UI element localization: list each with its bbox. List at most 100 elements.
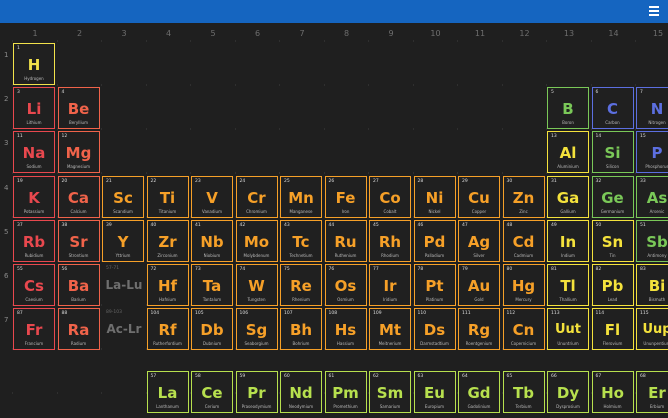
element-tile-nb[interactable]: 41 Nb Niobium [191,220,233,262]
element-tile-sr[interactable]: 38 Sr Strontium [57,220,100,262]
series-placeholder[interactable]: 57-71 La-Lu [102,264,146,308]
element-name: Cadmium [513,253,534,258]
element-tile-rf[interactable]: 104 Rf Rutherfordium [146,308,189,350]
element-tile-mn[interactable]: 25 Mn Manganese [280,176,322,218]
element-tile-uut[interactable]: 113 Uut Ununtrium [547,308,589,350]
element-tile-tc[interactable]: 43 Tc Technetium [280,220,322,262]
element-tile-rb[interactable]: 37 Rb Rubidium [13,220,55,262]
atomic-number: 45 [373,223,379,228]
element-tile-ti[interactable]: 22 Ti Titanium [146,176,189,218]
element-tile-ca[interactable]: 20 Ca Calcium [57,176,100,218]
element-symbol: Sn [601,233,624,251]
element-tile-sg[interactable]: 106 Sg Seaborgium [235,308,278,350]
element-tile-hf[interactable]: 72 Hf Hafnium [146,264,189,306]
element-tile-nd[interactable]: 60 Nd Neodymium [280,371,322,413]
element-tile-gd[interactable]: 64 Gd Gadolinium [458,371,500,413]
element-tile-as[interactable]: 33 As Arsenic [636,176,668,218]
element-tile-si[interactable]: 14 Si Silicon [591,131,634,173]
element-tile-bi[interactable]: 83 Bi Bismuth [636,264,668,306]
atomic-number: 79 [462,267,468,272]
element-tile-be[interactable]: 4 Be Beryllium [57,87,100,129]
element-tile-cn[interactable]: 112 Cn Copernicium [502,308,545,350]
element-tile-pd[interactable]: 46 Pd Palladium [413,220,456,262]
element-tile-ru[interactable]: 44 Ru Ruthenium [324,220,367,262]
element-tile-ni[interactable]: 28 Ni Nickel [413,176,456,218]
element-tile-na[interactable]: 11 Na Sodium [13,131,55,173]
element-tile-b[interactable]: 5 B Boron [547,87,589,129]
element-symbol: Y [117,233,129,251]
element-tile-fe[interactable]: 26 Fe Iron [324,176,367,218]
element-tile-cu[interactable]: 29 Cu Copper [458,176,500,218]
element-tile-ra[interactable]: 88 Ra Radium [57,308,100,350]
element-tile-v[interactable]: 23 V Vanadium [191,176,233,218]
element-tile-bh[interactable]: 107 Bh Bohrium [280,308,322,350]
element-tile-w[interactable]: 74 W Tungsten [235,264,278,306]
element-tile-rh[interactable]: 45 Rh Rhodium [369,220,411,262]
element-name: Silver [473,253,485,258]
element-tile-zr[interactable]: 40 Zr Zirconium [146,220,189,262]
element-tile-ge[interactable]: 32 Ge Germanium [591,176,634,218]
element-tile-h[interactable]: 1 H Hydrogen [13,43,55,85]
element-tile-hg[interactable]: 80 Hg Mercury [502,264,545,306]
element-tile-sm[interactable]: 62 Sm Samarium [369,371,411,413]
element-tile-tb[interactable]: 65 Tb Terbium [502,371,545,413]
element-tile-p[interactable]: 15 P Phosphorus [636,131,668,173]
element-tile-sb[interactable]: 51 Sb Antimony [636,220,668,262]
element-tile-dy[interactable]: 66 Dy Dysprosium [547,371,589,413]
element-tile-tl[interactable]: 81 Tl Thallium [547,264,589,306]
element-tile-pm[interactable]: 61 Pm Promethium [324,371,367,413]
element-tile-ir[interactable]: 77 Ir Iridium [369,264,411,306]
element-tile-fr[interactable]: 87 Fr Francium [13,308,55,350]
element-tile-rg[interactable]: 111 Rg Roentgenium [458,308,500,350]
element-tile-fl[interactable]: 114 Fl Flerovium [591,308,634,350]
element-symbol: V [206,189,218,207]
element-tile-al[interactable]: 13 Al Aluminium [547,131,589,173]
element-tile-c[interactable]: 6 C Carbon [591,87,634,129]
element-tile-pb[interactable]: 82 Pb Lead [591,264,634,306]
element-tile-au[interactable]: 79 Au Gold [458,264,500,306]
placeholder-symbol: Ac-Lr [106,322,142,336]
element-tile-in[interactable]: 49 In Indium [547,220,589,262]
element-tile-re[interactable]: 75 Re Rhenium [280,264,322,306]
element-tile-li[interactable]: 3 Li Lithium [13,87,55,129]
element-name: Osmium [337,297,354,302]
element-tile-k[interactable]: 19 K Potassium [13,176,55,218]
element-name: Calcium [70,209,87,214]
atomic-number: 32 [595,179,602,184]
column-label: 12 [519,29,530,38]
element-symbol: Mt [378,321,402,339]
element-tile-mt[interactable]: 109 Mt Meitnerium [369,308,411,350]
element-tile-sn[interactable]: 50 Sn Tin [591,220,634,262]
atomic-number: 24 [239,179,246,184]
element-tile-cd[interactable]: 48 Cd Cadmium [502,220,545,262]
element-tile-er[interactable]: 68 Er Erbium [636,371,668,413]
element-tile-ag[interactable]: 47 Ag Silver [458,220,500,262]
element-tile-uup[interactable]: 115 Uup Ununpentium [636,308,668,350]
element-tile-ce[interactable]: 58 Ce Cerium [191,371,233,413]
element-tile-la[interactable]: 57 La Lanthanum [146,371,189,413]
element-tile-cr[interactable]: 24 Cr Chromium [235,176,278,218]
element-tile-mg[interactable]: 12 Mg Magnesium [57,131,100,173]
series-placeholder[interactable]: 89-103 Ac-Lr [102,308,146,352]
element-tile-n[interactable]: 7 N Nitrogen [636,87,668,129]
element-tile-co[interactable]: 27 Co Cobalt [369,176,411,218]
element-tile-os[interactable]: 76 Os Osmium [324,264,367,306]
element-tile-ds[interactable]: 110 Ds Darmstadtium [413,308,456,350]
element-tile-ho[interactable]: 67 Ho Holmium [591,371,634,413]
element-tile-pr[interactable]: 59 Pr Praseodymium [235,371,278,413]
element-name: Cobalt [383,209,397,214]
element-tile-zn[interactable]: 30 Zn Zinc [502,176,545,218]
element-tile-cs[interactable]: 55 Cs Caesium [13,264,55,306]
element-tile-ba[interactable]: 56 Ba Barium [57,264,100,306]
element-tile-eu[interactable]: 63 Eu Europium [413,371,456,413]
element-tile-mo[interactable]: 42 Mo Molybdenum [235,220,278,262]
element-tile-pt[interactable]: 78 Pt Platinum [413,264,456,306]
element-tile-ga[interactable]: 31 Ga Gallium [547,176,589,218]
element-tile-hs[interactable]: 108 Hs Hassium [324,308,367,350]
element-symbol: Cu [468,189,490,207]
element-tile-sc[interactable]: 21 Sc Scandium [102,176,144,218]
element-symbol: Os [334,277,357,295]
element-tile-ta[interactable]: 73 Ta Tantalum [191,264,233,306]
element-tile-db[interactable]: 105 Db Dubnium [191,308,233,350]
element-tile-y[interactable]: 39 Y Yttrium [102,220,144,262]
